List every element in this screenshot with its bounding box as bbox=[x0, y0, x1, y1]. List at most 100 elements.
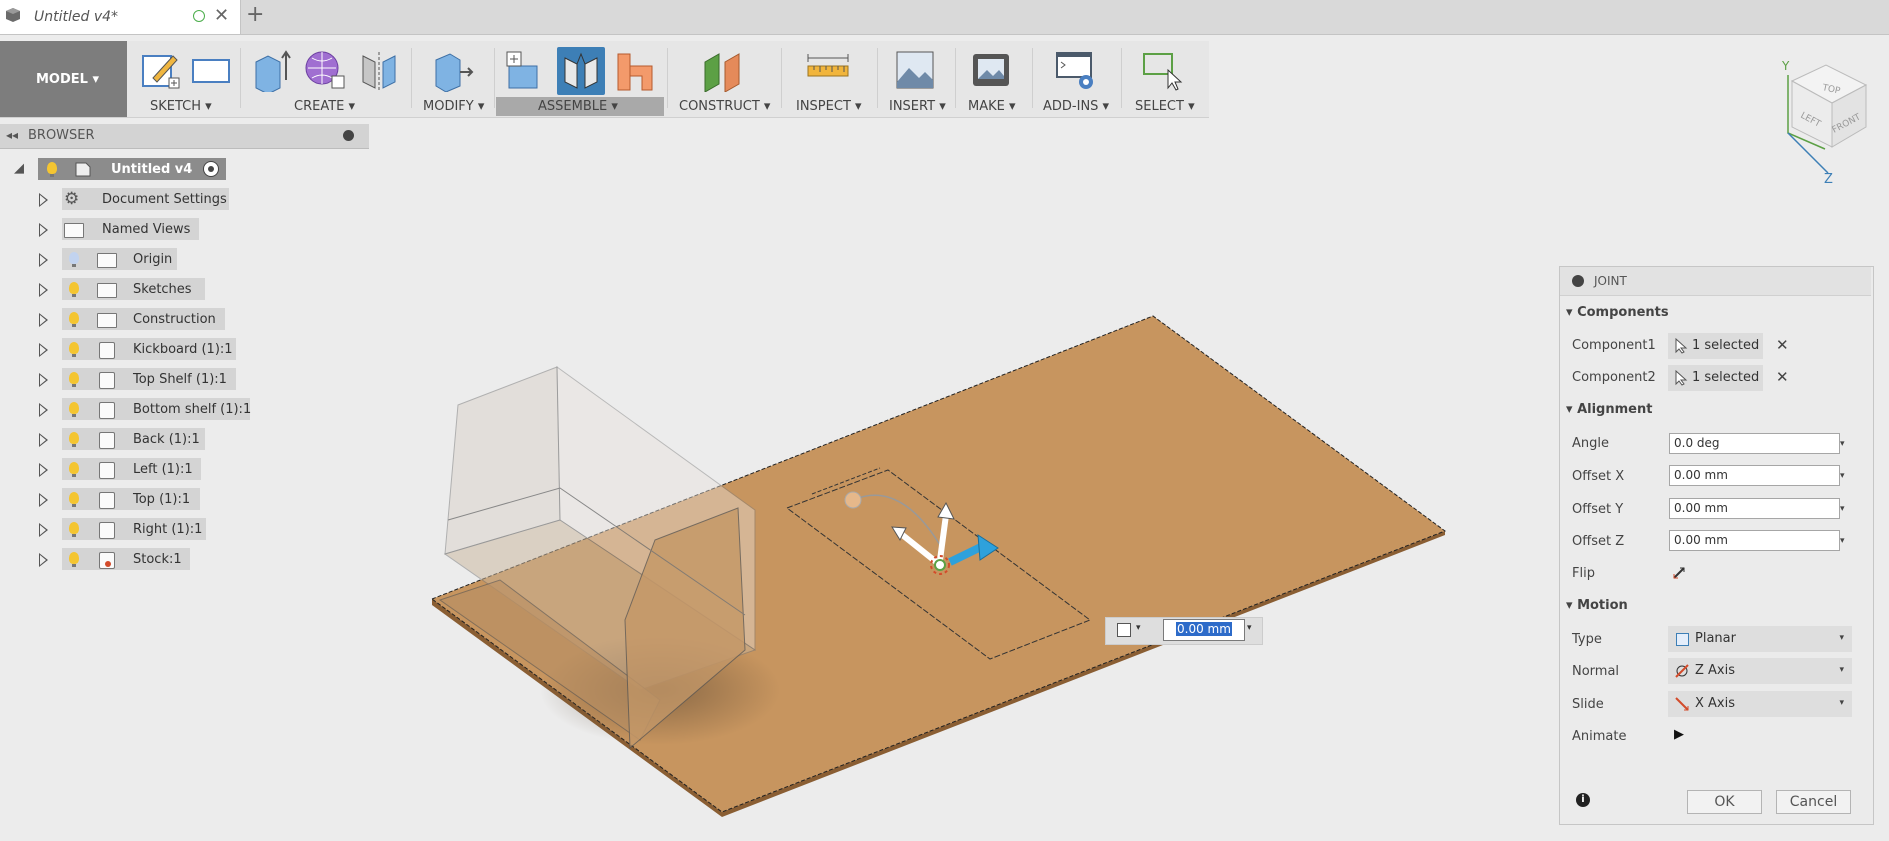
inspect-menu[interactable]: INSPECT ▾ bbox=[796, 99, 862, 114]
expand-icon[interactable] bbox=[39, 553, 48, 567]
tree-item-named-views[interactable]: Named Views bbox=[0, 218, 240, 242]
tree-item-left[interactable]: Left (1):1 bbox=[0, 458, 240, 482]
chevron-down-icon[interactable]: ▾ bbox=[1840, 536, 1845, 546]
construct-plane-icon[interactable] bbox=[701, 48, 745, 92]
expand-icon[interactable] bbox=[39, 223, 48, 237]
expand-icon[interactable] bbox=[39, 253, 48, 267]
browser-root[interactable]: ◢ Untitled v4 bbox=[0, 158, 240, 182]
offset-x-input[interactable]: 0.00 mm bbox=[1669, 465, 1840, 486]
visibility-bulb-icon[interactable] bbox=[69, 402, 79, 417]
select-menu[interactable]: SELECT ▾ bbox=[1135, 99, 1195, 114]
collapse-root-icon[interactable]: ◢ bbox=[14, 161, 24, 176]
construct-menu[interactable]: CONSTRUCT ▾ bbox=[679, 99, 770, 114]
rectangle-sketch-icon[interactable] bbox=[189, 48, 233, 92]
tree-item-top[interactable]: Top (1):1 bbox=[0, 488, 240, 512]
extrude-icon[interactable] bbox=[250, 48, 294, 92]
modify-menu[interactable]: MODIFY ▾ bbox=[423, 99, 484, 114]
tree-item-right[interactable]: Right (1):1 bbox=[0, 518, 240, 542]
chevron-down-icon[interactable]: ▾ bbox=[1840, 471, 1845, 481]
collapse-dialog-icon[interactable] bbox=[1572, 275, 1584, 287]
flip-icon[interactable] bbox=[1671, 565, 1687, 581]
mirror-icon[interactable] bbox=[357, 48, 401, 92]
sketch-menu[interactable]: SKETCH ▾ bbox=[150, 99, 212, 114]
3d-print-icon[interactable] bbox=[969, 48, 1013, 92]
angle-input[interactable]: 0.0 deg bbox=[1669, 433, 1840, 454]
tree-item-construction[interactable]: Construction bbox=[0, 308, 240, 332]
tree-item-top-shelf[interactable]: Top Shelf (1):1 bbox=[0, 368, 250, 392]
chevron-down-icon[interactable]: ▾ bbox=[1840, 439, 1845, 449]
visibility-bulb-icon[interactable] bbox=[47, 162, 57, 177]
alignment-section[interactable]: ▾ Alignment bbox=[1566, 402, 1652, 417]
tree-item-sketches[interactable]: Sketches bbox=[0, 278, 240, 302]
visibility-bulb-icon[interactable] bbox=[69, 552, 79, 567]
collapse-browser-icon[interactable]: ◂◂ bbox=[6, 128, 18, 142]
tree-item-kickboard[interactable]: Kickboard (1):1 bbox=[0, 338, 250, 362]
expand-icon[interactable] bbox=[39, 313, 48, 327]
expand-icon[interactable] bbox=[39, 523, 48, 537]
visibility-bulb-icon[interactable] bbox=[69, 342, 79, 357]
expand-icon[interactable] bbox=[39, 343, 48, 357]
component2-selector[interactable]: 1 selected bbox=[1668, 365, 1763, 391]
expand-icon[interactable] bbox=[39, 493, 48, 507]
clear-component1-icon[interactable]: ✕ bbox=[1776, 336, 1789, 354]
cancel-button[interactable]: Cancel bbox=[1776, 790, 1851, 814]
chevron-down-icon[interactable]: ▾ bbox=[1840, 504, 1845, 514]
info-icon[interactable]: i bbox=[1576, 793, 1590, 807]
visibility-bulb-icon[interactable] bbox=[69, 372, 79, 387]
tree-item-origin[interactable]: Origin bbox=[0, 248, 240, 272]
assemble-menu[interactable]: ASSEMBLE ▾ bbox=[538, 99, 618, 114]
select-icon[interactable] bbox=[1140, 48, 1184, 92]
new-tab-icon[interactable]: + bbox=[246, 2, 264, 27]
expand-icon[interactable] bbox=[39, 283, 48, 297]
minimize-browser-icon[interactable] bbox=[343, 130, 354, 141]
measure-icon[interactable] bbox=[806, 48, 850, 92]
viewcube[interactable]: Y Z TOP LEFT FRONT bbox=[1770, 55, 1880, 185]
component1-selector[interactable]: 1 selected bbox=[1668, 333, 1763, 359]
tree-item-stock[interactable]: Stock:1 bbox=[0, 548, 240, 572]
expand-icon[interactable] bbox=[39, 193, 48, 207]
joint-icon[interactable] bbox=[559, 48, 603, 92]
document-tab[interactable]: Untitled v4* ✕ bbox=[0, 0, 241, 34]
visibility-bulb-icon[interactable] bbox=[69, 492, 79, 507]
chevron-down-icon[interactable]: ▾ bbox=[1247, 623, 1252, 633]
offset-value-input[interactable]: 0.00 mm bbox=[1163, 619, 1245, 641]
offset-y-input[interactable]: 0.00 mm bbox=[1669, 498, 1840, 519]
normal-axis-select[interactable]: Z Axis ▾ bbox=[1668, 658, 1852, 684]
motion-section[interactable]: ▾ Motion bbox=[1566, 598, 1628, 613]
create-menu[interactable]: CREATE ▾ bbox=[294, 99, 355, 114]
activate-radio[interactable] bbox=[203, 161, 219, 177]
visibility-bulb-icon[interactable] bbox=[69, 282, 79, 297]
form-icon[interactable] bbox=[304, 48, 348, 92]
slide-axis-select[interactable]: X Axis ▾ bbox=[1668, 691, 1852, 717]
tree-item-back[interactable]: Back (1):1 bbox=[0, 428, 240, 452]
addins-menu[interactable]: ADD-INS ▾ bbox=[1043, 99, 1109, 114]
motion-type-select[interactable]: Planar ▾ bbox=[1668, 626, 1852, 652]
expand-icon[interactable] bbox=[39, 373, 48, 387]
play-animation-icon[interactable]: ▶ bbox=[1674, 727, 1684, 742]
model-viewport[interactable] bbox=[420, 300, 1450, 830]
expand-icon[interactable] bbox=[39, 403, 48, 417]
close-tab-icon[interactable]: ✕ bbox=[214, 5, 229, 26]
visibility-bulb-icon[interactable] bbox=[69, 462, 79, 477]
new-component-icon[interactable] bbox=[503, 48, 547, 92]
visibility-bulb-icon[interactable] bbox=[69, 522, 79, 537]
scripts-addins-icon[interactable] bbox=[1052, 48, 1096, 92]
clear-component2-icon[interactable]: ✕ bbox=[1776, 368, 1789, 386]
as-built-joint-icon[interactable] bbox=[612, 48, 656, 92]
expand-icon[interactable] bbox=[39, 463, 48, 477]
ok-button[interactable]: OK bbox=[1687, 790, 1762, 814]
expand-icon[interactable] bbox=[39, 433, 48, 447]
workspace-switcher[interactable]: MODEL ▾ bbox=[0, 41, 127, 117]
tree-item-bottom-shelf[interactable]: Bottom shelf (1):1 bbox=[0, 398, 260, 422]
tree-item-document-settings[interactable]: ⚙ Document Settings bbox=[0, 188, 240, 212]
press-pull-icon[interactable] bbox=[430, 48, 474, 92]
create-sketch-icon[interactable] bbox=[139, 48, 183, 92]
insert-image-icon[interactable] bbox=[893, 48, 937, 92]
make-menu[interactable]: MAKE ▾ bbox=[968, 99, 1016, 114]
components-section[interactable]: ▾ Components bbox=[1566, 305, 1669, 320]
planar-type-icon[interactable] bbox=[1117, 623, 1131, 637]
insert-menu[interactable]: INSERT ▾ bbox=[889, 99, 946, 114]
offset-z-input[interactable]: 0.00 mm bbox=[1669, 530, 1840, 551]
visibility-bulb-icon[interactable] bbox=[69, 432, 79, 447]
visibility-bulb-icon[interactable] bbox=[69, 312, 79, 327]
